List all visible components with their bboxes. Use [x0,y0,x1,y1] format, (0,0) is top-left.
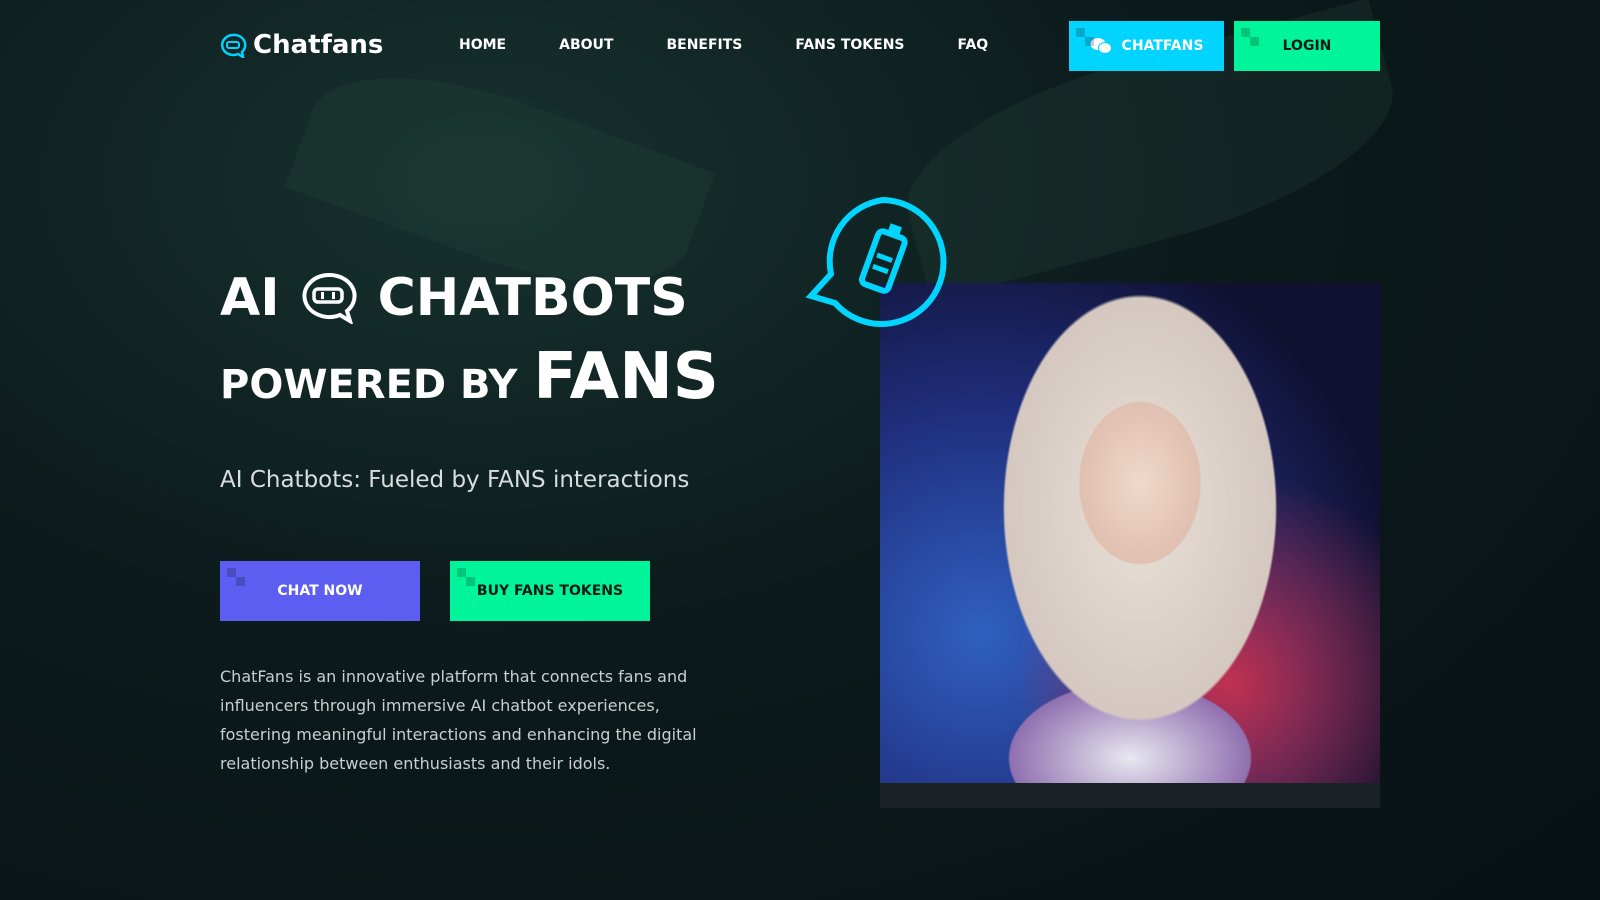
chatfans-button-label: CHATFANS [1121,38,1204,54]
brand-name: Chatfans [253,30,384,60]
nav-benefits[interactable]: BENEFITS [666,37,742,53]
hero-title-powered-by: POWERED BY [220,362,518,408]
buy-fans-tokens-button[interactable]: BUY FANS TOKENS [450,561,650,621]
nav-fans-tokens[interactable]: FANS TOKENS [795,37,904,53]
pixel-decoration [227,568,245,586]
hero-subtitle: AI Chatbots: Fueled by FANS interactions [220,467,690,493]
nav-home[interactable]: HOME [459,37,506,53]
chat-bubble-battery-icon [805,196,947,327]
chat-now-label: CHAT NOW [277,583,363,599]
image-shadow [880,783,1380,808]
hero-title-line1: AI CHATBOTS [220,268,688,328]
main-nav: HOME ABOUT BENEFITS FANS TOKENS FAQ [459,37,988,53]
nav-about[interactable]: ABOUT [559,37,613,53]
hero-title-chatbots: CHATBOTS [377,268,688,328]
pixel-decoration [457,568,475,586]
chatbot-icon [302,272,357,324]
hero-title-ai: AI [220,268,280,328]
chat-now-button[interactable]: CHAT NOW [220,561,420,621]
brand-logo[interactable]: Chatfans [220,30,383,60]
pixel-decoration [1241,28,1259,46]
login-button[interactable]: LOGIN [1234,21,1380,71]
buy-fans-tokens-label: BUY FANS TOKENS [476,583,624,599]
login-button-label: LOGIN [1282,38,1332,54]
hero-title-line2: POWERED BY FANS [220,340,719,414]
pixel-decoration [1076,28,1094,46]
hero-description: ChatFans is an innovative platform that … [220,667,697,773]
nav-faq[interactable]: FAQ [958,37,989,53]
chat-bot-icon [221,33,247,58]
hero-title-fans: FANS [533,340,719,414]
chatfans-button[interactable]: CHATFANS [1069,21,1224,71]
hero-image-ai-girl [880,283,1380,783]
